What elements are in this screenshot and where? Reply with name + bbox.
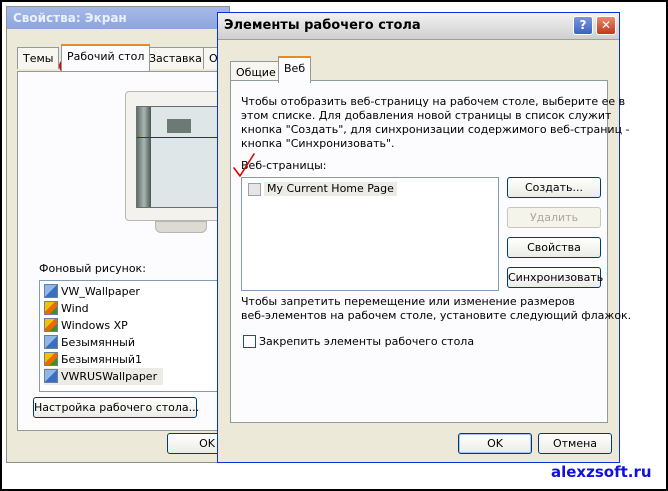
image-file-icon [44, 352, 58, 366]
list-item-selected[interactable]: VWRUSWallpaper [44, 368, 164, 385]
monitor-bezel [125, 91, 229, 221]
lock-info-line-2: веб-элементов на рабочем столе, установи… [241, 309, 632, 322]
red-check-annotation [233, 153, 255, 177]
help-icon[interactable]: ? [573, 16, 593, 35]
list-item[interactable]: Wind [44, 300, 89, 317]
tab-themes[interactable]: Темы [17, 47, 60, 69]
list-item[interactable]: Безымянный [44, 334, 135, 351]
display-properties-window: Свойства: Экран Темы Рабочий стол Застав… [6, 6, 230, 463]
background-item-label: VWRUSWallpaper [61, 370, 158, 383]
wallpaper-preview-thumb [167, 119, 191, 133]
lock-items-label[interactable]: Закрепить элементы рабочего стола [259, 335, 474, 348]
customize-desktop-button[interactable]: Настройка рабочего стола... [33, 397, 199, 418]
web-page-item[interactable]: My Current Home Page [264, 182, 397, 196]
intro-line-2: этом списке. Для добавления новой страни… [241, 109, 612, 122]
intro-line-4: кнопка "Синхронизовать". [241, 137, 395, 150]
preview-red-line [137, 137, 223, 138]
desktop-items-dialog: Элементы рабочего стола ? ✕ Общие Веб Чт… [217, 12, 631, 463]
synchronize-button[interactable]: Синхронизовать [507, 267, 603, 288]
background-label: Фоновый рисунок: [39, 262, 146, 275]
display-properties-title[interactable]: Свойства: Экран [7, 7, 229, 29]
background-item-label: VW_Wallpaper [61, 285, 140, 298]
monitor-screen [136, 106, 224, 208]
properties-button[interactable]: Свойства [507, 237, 601, 258]
dialog-titlebar[interactable]: Элементы рабочего стола ? ✕ [218, 13, 619, 40]
picture-file-icon [44, 284, 58, 298]
background-item-label: Windows XP [61, 319, 128, 332]
background-item-label: Безымянный1 [61, 353, 142, 366]
background-item-label: Безымянный [61, 336, 135, 349]
tab-web[interactable]: Веб [278, 56, 312, 83]
image-file-icon [44, 301, 58, 315]
web-pages-list[interactable]: My Current Home Page [241, 177, 499, 291]
list-item[interactable]: Безымянный1 [44, 351, 142, 368]
tab-screensaver[interactable]: Заставка [143, 47, 208, 69]
wallpaper-preview-strip [137, 107, 151, 207]
tab-desktop[interactable]: Рабочий стол [61, 44, 151, 71]
create-button[interactable]: Создать... [507, 177, 601, 198]
picture-file-icon [44, 369, 58, 383]
monitor-preview [125, 91, 229, 241]
monitor-stand [155, 221, 207, 233]
image-file-icon [44, 318, 58, 332]
background-list[interactable]: VW_Wallpaper Wind Windows XP Безымянный … [39, 280, 221, 392]
watermark-text: alexzsoft.ru [551, 463, 652, 481]
web-page-checkbox[interactable] [248, 183, 261, 196]
dialog-title: Элементы рабочего стола [224, 18, 421, 33]
delete-button[interactable]: Удалить [507, 207, 601, 228]
list-item[interactable]: Windows XP [44, 317, 128, 334]
picture-file-icon [44, 335, 58, 349]
close-icon[interactable]: ✕ [596, 16, 616, 35]
lock-items-checkbox[interactable] [243, 335, 256, 348]
web-tab-panel: Чтобы отобразить веб-страницу на рабочем… [230, 80, 631, 423]
background-item-label: Wind [61, 302, 89, 315]
lock-info-line-1: Чтобы запретить перемещение или изменени… [241, 295, 575, 308]
ok-button[interactable]: OK [458, 433, 532, 454]
display-properties-tabs: Темы Рабочий стол Заставка Оф [17, 44, 229, 71]
intro-line-1: Чтобы отобразить веб-страницу на рабочем… [241, 95, 626, 108]
cancel-button[interactable]: Отмена [538, 433, 612, 454]
intro-line-3: кнопка "Создать", для синхронизации соде… [241, 123, 630, 136]
list-item[interactable]: VW_Wallpaper [44, 283, 140, 300]
